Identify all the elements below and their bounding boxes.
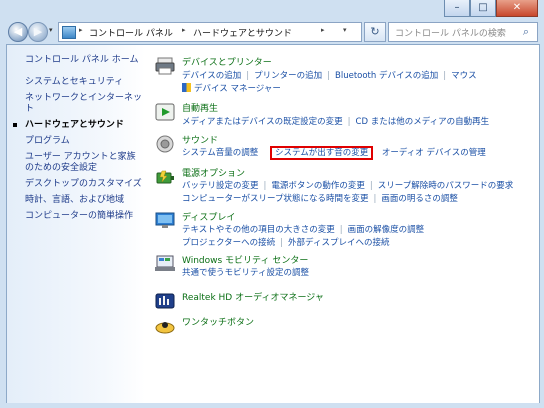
navigation-bar: ◀ ▶ ▾ ▸ コントロール パネル ▸ ハードウェアとサウンド ▸ ▾ ↻ コ… [6, 20, 538, 44]
sidebar-item-ease-of-access[interactable]: コンピューターの簡単操作 [25, 211, 143, 222]
breadcrumb-separator-icon[interactable]: ▸ [321, 26, 325, 34]
link-battery-settings[interactable]: バッテリ設定の変更 [182, 181, 259, 191]
category-links: バッテリ設定の変更 | 電源ボタンの動作の変更 | スリープ解除時のパスワードの要求 [182, 181, 514, 191]
mobility-icon [155, 255, 175, 271]
link-add-device[interactable]: デバイスの追加 [182, 71, 241, 81]
sidebar-item-clock-region[interactable]: 時計、言語、および地域 [25, 195, 143, 206]
display-icon [155, 212, 175, 228]
link-add-bluetooth[interactable]: Bluetooth デバイスの追加 [335, 71, 438, 81]
speaker-icon [156, 135, 174, 153]
current-item-bullet-icon [13, 123, 17, 127]
link-autoplay-defaults[interactable]: メディアまたはデバイスの既定設定の変更 [182, 117, 343, 127]
category-title[interactable]: デバイスとプリンター [182, 55, 272, 68]
address-bar[interactable]: ▸ コントロール パネル ▸ ハードウェアとサウンド ▸ ▾ [58, 22, 362, 42]
close-button[interactable]: ✕ [496, 0, 538, 17]
search-placeholder: コントロール パネルの検索 [395, 29, 506, 39]
autoplay-icon [155, 103, 175, 121]
link-device-manager[interactable]: デバイス マネージャー [194, 84, 281, 94]
link-brightness[interactable]: 画面の明るさの調整 [381, 194, 458, 204]
link-external-display[interactable]: 外部ディスプレイへの接続 [288, 238, 389, 248]
category-title[interactable]: ワンタッチボタン [182, 315, 254, 328]
sidebar: コントロール パネル ホーム システムとセキュリティ ネットワークとインターネッ… [7, 45, 145, 403]
shield-icon [182, 83, 191, 92]
category-links: 共通で使うモビリティ設定の調整 [182, 266, 309, 278]
category-title[interactable]: Windows モビリティ センター [182, 253, 308, 266]
window: – □ ✕ ◀ ▶ ▾ ▸ コントロール パネル ▸ ハードウェアとサウンド ▸… [0, 0, 544, 408]
link-mouse[interactable]: マウス [451, 71, 477, 81]
link-projector[interactable]: プロジェクターへの接続 [182, 238, 275, 248]
category-links: テキストやその他の項目の大きさの変更 | 画面の解像度の調整 [182, 225, 425, 235]
onetouch-icon [155, 322, 175, 334]
realtek-icon [155, 293, 175, 309]
breadcrumb-separator-icon[interactable]: ▸ [182, 26, 186, 34]
link-text-size[interactable]: テキストやその他の項目の大きさの変更 [182, 225, 335, 235]
maximize-button[interactable]: □ [470, 0, 496, 17]
link-change-system-sounds[interactable]: システムが出す音の変更 [269, 146, 374, 160]
breadcrumb-control-panel[interactable]: コントロール パネル [89, 26, 173, 39]
content-area: コントロール パネル ホーム システムとセキュリティ ネットワークとインターネッ… [6, 44, 540, 404]
sidebar-item-personalization[interactable]: デスクトップのカスタマイズ [25, 179, 143, 190]
search-icon[interactable]: ⌕ [518, 24, 534, 39]
category-title[interactable]: Realtek HD オーディオマネージャ [182, 290, 324, 303]
category-links: システム音量の調整 システムが出す音の変更 オーディオ デバイスの管理 [182, 146, 486, 160]
title-buttons: – □ ✕ [444, 0, 538, 18]
category-title[interactable]: 電源オプション [182, 166, 245, 179]
minimize-button[interactable]: – [444, 0, 470, 17]
link-add-printer[interactable]: プリンターの追加 [254, 71, 322, 81]
printer-icon [155, 57, 175, 75]
link-system-volume[interactable]: システム音量の調整 [182, 148, 258, 158]
sidebar-item-hardware-sound: ハードウェアとサウンド [25, 120, 124, 130]
link-wake-password[interactable]: スリープ解除時のパスワードの要求 [378, 181, 514, 191]
search-input[interactable]: コントロール パネルの検索 ⌕ [388, 22, 538, 42]
category-links: デバイスの追加 | プリンターの追加 | Bluetooth デバイスの追加 | マウス [182, 71, 477, 81]
category-title[interactable]: ディスプレイ [182, 210, 235, 223]
control-panel-icon [62, 26, 76, 39]
chevron-down-icon[interactable]: ▾ [49, 26, 53, 34]
link-cd-autoplay[interactable]: CD または他のメディアの自動再生 [356, 117, 490, 127]
refresh-button[interactable]: ↻ [364, 22, 386, 42]
category-links: コンピューターがスリープ状態になる時間を変更 | 画面の明るさの調整 [182, 194, 458, 204]
sidebar-item-home[interactable]: コントロール パネル ホーム [25, 55, 143, 66]
sidebar-item-programs[interactable]: プログラム [25, 136, 143, 147]
link-power-button[interactable]: 電源ボタンの動作の変更 [271, 181, 365, 191]
category-title[interactable]: サウンド [182, 133, 218, 146]
sidebar-item-user-accounts[interactable]: ユーザー アカウントと家族のための安全設定 [25, 152, 143, 174]
power-icon [156, 170, 174, 184]
category-links: プロジェクターへの接続 | 外部ディスプレイへの接続 [182, 238, 390, 248]
link-audio-devices[interactable]: オーディオ デバイスの管理 [382, 148, 486, 158]
sidebar-item-network[interactable]: ネットワークとインターネット [25, 93, 143, 115]
back-button[interactable]: ◀ [8, 22, 28, 42]
address-dropdown-icon[interactable]: ▾ [343, 26, 347, 34]
category-links: メディアまたはデバイスの既定設定の変更 | CD または他のメディアの自動再生 [182, 117, 490, 127]
link-resolution[interactable]: 画面の解像度の調整 [348, 225, 425, 235]
link-mobility-settings[interactable]: 共通で使うモビリティ設定の調整 [182, 268, 309, 278]
sidebar-item-system-security[interactable]: システムとセキュリティ [25, 77, 143, 88]
bottom-frame [0, 403, 544, 408]
link-sleep-time[interactable]: コンピューターがスリープ状態になる時間を変更 [182, 194, 369, 204]
forward-button[interactable]: ▶ [28, 22, 48, 42]
breadcrumb-separator-icon[interactable]: ▸ [79, 26, 83, 34]
breadcrumb-hardware-sound[interactable]: ハードウェアとサウンド [193, 26, 292, 39]
category-title[interactable]: 自動再生 [182, 101, 218, 114]
category-links: デバイス マネージャー [182, 82, 281, 94]
